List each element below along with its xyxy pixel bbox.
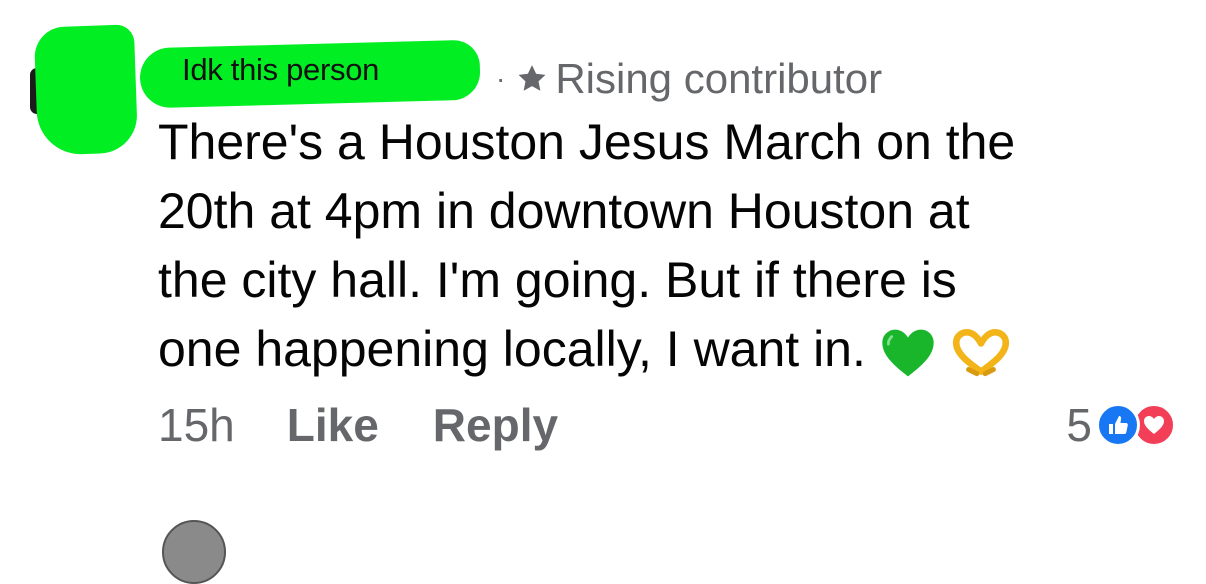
author-redaction-label: Idk this person (182, 52, 380, 87)
comment-line: There's a Houston Jesus March on the (158, 114, 1016, 170)
comment-line: one happening locally, I want in. (158, 321, 866, 377)
comment-line: 20th at 4pm in downtown Houston at (158, 183, 970, 239)
star-icon (518, 65, 546, 91)
reaction-icons[interactable] (1096, 400, 1180, 450)
avatar-redaction[interactable] (33, 24, 139, 156)
heart-hands-emoji (952, 328, 1009, 376)
comment-line: the city hall. I'm going. But if there i… (158, 252, 957, 308)
like-button[interactable]: Like (287, 398, 379, 452)
rising-contributor-badge: Rising contributor (555, 55, 883, 102)
green-heart-emoji (882, 329, 934, 377)
next-comment-avatar[interactable] (162, 520, 226, 584)
reaction-count[interactable]: 5 (1066, 398, 1092, 452)
comment-line-with-emojis: one happening locally, I want in. (158, 315, 1178, 384)
comment-text: There's a Houston Jesus March on the 20t… (158, 108, 1178, 384)
reactions-summary[interactable]: 5 (1066, 398, 1180, 452)
reply-button[interactable]: Reply (433, 398, 558, 452)
comment-actions: 15h Like Reply (158, 398, 612, 452)
author-meta: · Rising contributor (496, 54, 882, 104)
comment-timestamp[interactable]: 15h (158, 398, 235, 452)
meta-separator: · (496, 63, 506, 94)
like-icon (1096, 403, 1140, 447)
